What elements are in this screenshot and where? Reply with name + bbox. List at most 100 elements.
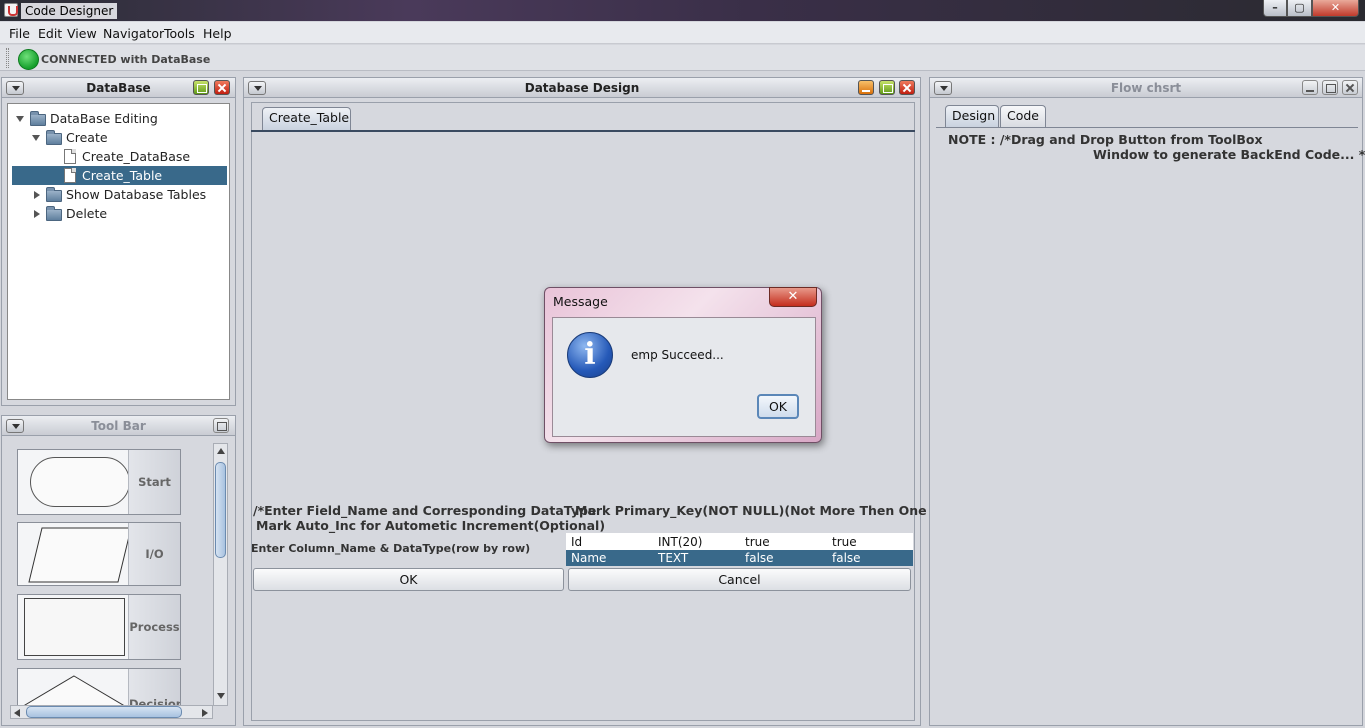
window-title: Code Designer xyxy=(21,3,118,19)
tab-design[interactable]: Design xyxy=(945,105,999,127)
instruction-auto-inc: Mark Auto_Inc for Autometic Increment(Op… xyxy=(256,518,606,533)
horizontal-scrollbar[interactable] xyxy=(10,705,213,719)
scroll-thumb[interactable] xyxy=(215,462,226,558)
menu-bar: File Edit View Navigator Tools Help xyxy=(0,22,1365,44)
table-cell[interactable]: false xyxy=(832,550,861,566)
tree-node-create-database[interactable]: Create_DataBase xyxy=(8,147,229,166)
database-design-title: Database Design xyxy=(524,81,640,95)
tool-start[interactable]: Start xyxy=(17,449,181,515)
scroll-down-icon[interactable] xyxy=(217,693,225,699)
window-titlebar: Code Designer – ▢ ✕ xyxy=(0,0,1365,21)
toolbar-panel: Tool Bar Start I/O Process Decision xyxy=(1,415,236,726)
maximize-icon[interactable] xyxy=(193,80,209,95)
tree-node-label: Create_Table xyxy=(82,168,163,183)
instruction-field-name: /*Enter Field_Name and Corresponding Dat… xyxy=(253,503,597,518)
rectangle-shape-icon xyxy=(24,598,125,656)
restore-icon[interactable] xyxy=(213,418,229,433)
connection-status-icon xyxy=(18,49,39,70)
tree-node-database-editing[interactable]: DataBase Editing xyxy=(8,109,229,128)
minimize-icon[interactable] xyxy=(1302,80,1318,95)
tab-underline xyxy=(251,130,915,132)
tree-node-show-database-tables[interactable]: Show Database Tables xyxy=(8,185,229,204)
toolbar-panel-title: Tool Bar xyxy=(91,419,146,433)
toolbar-panel-header: Tool Bar xyxy=(2,416,235,436)
message-dialog: Message ✕ i emp Succeed... OK xyxy=(544,287,822,443)
menu-edit[interactable]: Edit xyxy=(38,26,62,41)
tab-underline xyxy=(936,127,1358,128)
tree-node-delete[interactable]: Delete xyxy=(8,204,229,223)
tool-io[interactable]: I/O xyxy=(17,522,181,586)
table-cell[interactable]: false xyxy=(745,550,774,566)
database-panel: DataBase DataBase Editing Create Create_… xyxy=(1,77,236,406)
connection-status-text: CONNECTED with DataBase xyxy=(41,53,211,66)
menu-tools[interactable]: Tools xyxy=(164,26,195,41)
maximize-icon[interactable] xyxy=(1322,80,1338,95)
database-tree: DataBase Editing Create Create_DataBase … xyxy=(7,103,230,400)
column-hint: Enter Column_Name & DataType(row by row) xyxy=(251,542,531,555)
menu-help[interactable]: Help xyxy=(203,26,232,41)
dialog-ok-button[interactable]: OK xyxy=(757,394,799,419)
table-cell[interactable]: Name xyxy=(571,550,606,566)
table-row-selected[interactable]: Name TEXT false false xyxy=(566,550,913,566)
scroll-thumb[interactable] xyxy=(26,706,182,718)
ok-button[interactable]: OK xyxy=(253,568,564,591)
menu-navigator[interactable]: Navigator xyxy=(103,26,164,41)
table-cell[interactable]: INT(20) xyxy=(658,534,702,550)
vertical-scrollbar[interactable] xyxy=(213,443,228,706)
table-cell[interactable]: Id xyxy=(571,534,582,550)
flow-chart-title: Flow chsrt xyxy=(1110,81,1182,95)
close-icon[interactable]: ✕ xyxy=(769,287,817,307)
menu-file[interactable]: File xyxy=(9,26,30,41)
scroll-up-icon[interactable] xyxy=(217,448,225,454)
flow-chart-header: Flow chsrt xyxy=(930,78,1362,98)
tool-label: I/O xyxy=(128,523,180,585)
java-app-icon xyxy=(4,3,18,17)
scroll-right-icon[interactable] xyxy=(202,709,208,717)
tree-node-create-table[interactable]: Create_Table xyxy=(12,166,227,185)
table-row[interactable]: Id INT(20) true true xyxy=(566,534,913,550)
expand-down-icon[interactable] xyxy=(32,135,40,141)
flow-note-line-1: NOTE : /*Drag and Drop Button from ToolB… xyxy=(948,132,1263,147)
minimize-icon[interactable] xyxy=(858,80,874,95)
database-design-header: Database Design xyxy=(244,78,920,98)
terminator-shape-icon xyxy=(30,457,130,507)
tab-code[interactable]: Code xyxy=(1000,105,1046,127)
tree-node-create[interactable]: Create xyxy=(8,128,229,147)
document-icon xyxy=(64,168,76,183)
expand-down-icon[interactable] xyxy=(16,116,24,122)
maximize-icon[interactable]: ▢ xyxy=(1287,0,1312,17)
database-panel-header: DataBase xyxy=(2,78,235,98)
table-cell[interactable]: true xyxy=(832,534,857,550)
tree-node-label: DataBase Editing xyxy=(50,111,158,126)
tool-process[interactable]: Process xyxy=(17,594,181,660)
dialog-message: emp Succeed... xyxy=(631,348,724,362)
close-icon[interactable] xyxy=(899,80,915,95)
scroll-left-icon[interactable] xyxy=(14,709,20,717)
flow-note-line-2: Window to generate BackEnd Code... */ xyxy=(1093,147,1365,162)
cancel-button[interactable]: Cancel xyxy=(568,568,911,591)
maximize-icon[interactable] xyxy=(879,80,895,95)
tree-node-label: Delete xyxy=(66,206,108,221)
table-cell[interactable]: TEXT xyxy=(658,550,688,566)
info-icon: i xyxy=(567,332,613,378)
folder-icon xyxy=(46,206,62,221)
tool-label: Start xyxy=(128,450,180,514)
parallelogram-shape-icon xyxy=(28,527,132,583)
dialog-title: Message xyxy=(553,294,608,309)
expand-right-icon[interactable] xyxy=(34,191,40,199)
tree-node-label: Create_DataBase xyxy=(82,149,191,164)
minimize-icon[interactable]: – xyxy=(1263,0,1287,17)
toolbar-grip[interactable] xyxy=(6,48,9,68)
close-icon[interactable] xyxy=(214,80,230,95)
menu-view[interactable]: View xyxy=(67,26,97,41)
tree-node-label: Create xyxy=(66,130,108,145)
table-cell[interactable]: true xyxy=(745,534,770,550)
close-icon[interactable] xyxy=(1342,80,1358,95)
close-icon[interactable]: ✕ xyxy=(1312,0,1359,17)
folder-open-icon xyxy=(46,130,62,145)
expand-right-icon[interactable] xyxy=(34,210,40,218)
tree-node-label: Show Database Tables xyxy=(66,187,207,202)
folder-open-icon xyxy=(30,111,46,126)
connection-toolbar: CONNECTED with DataBase xyxy=(0,45,1365,71)
tab-create-table[interactable]: Create_Table xyxy=(262,107,351,130)
